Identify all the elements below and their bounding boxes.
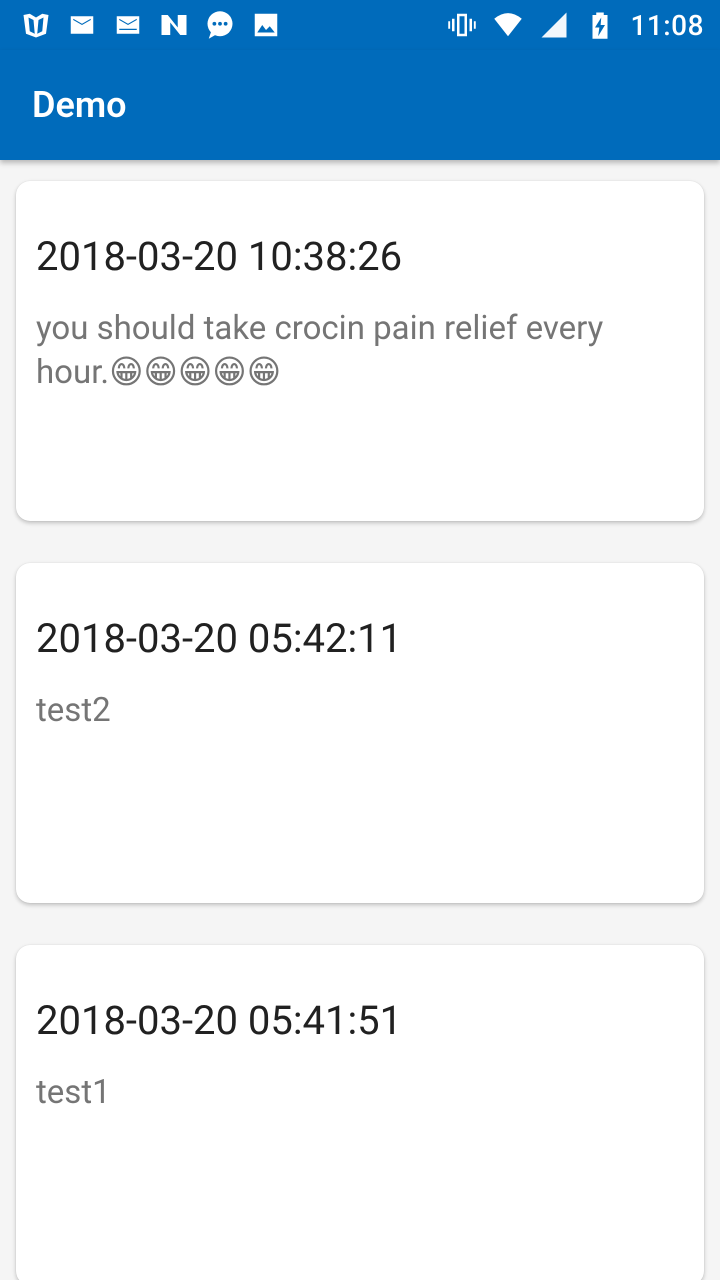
- note-message: you should take crocin pain relief every…: [36, 309, 604, 392]
- note-card[interactable]: 2018-03-20 05:41:51 test1: [16, 945, 704, 1280]
- notes-list[interactable]: 2018-03-20 10:38:26 you should take croc…: [0, 160, 720, 1280]
- app-title: Demo: [32, 84, 127, 126]
- notification-icons: [20, 9, 282, 41]
- mail-icon: [66, 9, 98, 41]
- vibrate-icon: [446, 9, 478, 41]
- signal-icon: [538, 9, 570, 41]
- status-clock: 11:08: [630, 8, 704, 42]
- note-timestamp: 2018-03-20 05:41:51: [36, 997, 403, 1044]
- wifi-icon: [492, 9, 524, 41]
- battery-charging-icon: [584, 9, 616, 41]
- note-timestamp: 2018-03-20 05:42:11: [36, 615, 403, 662]
- note-message: test2: [36, 691, 111, 730]
- note-card[interactable]: 2018-03-20 10:38:26 you should take croc…: [16, 181, 704, 521]
- image-icon: [250, 9, 282, 41]
- note-card[interactable]: 2018-03-20 05:42:11 test2: [16, 563, 704, 903]
- system-icons: 11:08: [446, 9, 704, 42]
- shield-app-icon: [20, 9, 52, 41]
- note-timestamp: 2018-03-20 10:38:26: [36, 233, 403, 280]
- n-app-icon: [158, 9, 190, 41]
- mail-alt-icon: [112, 9, 144, 41]
- note-message: test1: [36, 1073, 111, 1112]
- status-bar: 11:08: [0, 0, 720, 50]
- chat-bubble-icon: [204, 9, 236, 41]
- app-bar: Demo: [0, 50, 720, 160]
